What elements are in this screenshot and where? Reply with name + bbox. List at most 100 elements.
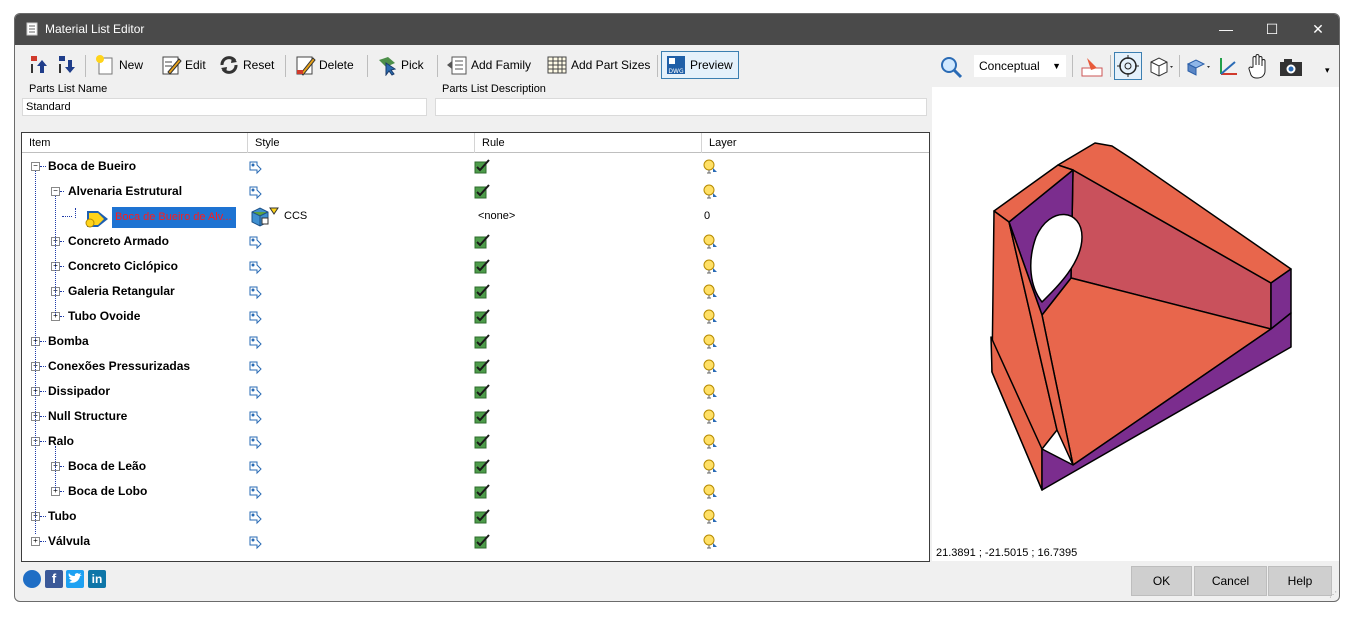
tree-item-label[interactable]: Tubo <box>48 504 76 529</box>
tree-row[interactable]: + Bomba <box>22 329 929 354</box>
tree-expander[interactable]: − <box>31 162 40 171</box>
ok-button[interactable]: OK <box>1131 566 1192 596</box>
move-up-button[interactable] <box>25 51 53 79</box>
tree-expander[interactable]: − <box>51 187 60 196</box>
style-icon[interactable] <box>248 434 264 453</box>
tree-row[interactable]: Boca de Bueiro de Alv... CCS <none> 0 <box>22 204 929 229</box>
style-icon[interactable] <box>248 409 264 428</box>
layer-bulb-icon[interactable] <box>702 158 718 177</box>
view-cube-icon[interactable] <box>1146 54 1176 80</box>
layer-bulb-icon[interactable] <box>702 258 718 277</box>
style-icon[interactable] <box>248 484 264 503</box>
toolbar-overflow-icon[interactable]: ▾ <box>1325 65 1330 76</box>
rule-check-icon[interactable] <box>474 308 490 327</box>
close-button[interactable]: ✕ <box>1295 14 1339 45</box>
preview-viewport[interactable] <box>932 87 1339 561</box>
style-cube-icon[interactable] <box>248 206 282 228</box>
rule-check-icon[interactable] <box>474 283 490 302</box>
layer-bulb-icon[interactable] <box>702 408 718 427</box>
linkedin-icon[interactable]: in <box>88 570 106 588</box>
autodesk-icon[interactable] <box>23 570 41 588</box>
layer-bulb-icon[interactable] <box>702 308 718 327</box>
pan-hand-icon[interactable] <box>1245 53 1271 81</box>
layer-bulb-icon[interactable] <box>702 383 718 402</box>
style-icon[interactable] <box>248 309 264 328</box>
tree-row[interactable]: − Ralo <box>22 429 929 454</box>
tree-expander[interactable]: + <box>31 537 40 546</box>
add-family-button[interactable]: Add Family <box>443 51 534 79</box>
column-header-style[interactable]: Style <box>248 133 475 153</box>
camera-icon[interactable] <box>1277 54 1305 80</box>
style-icon[interactable] <box>248 184 264 203</box>
column-header-layer[interactable]: Layer <box>702 133 929 153</box>
tree-row[interactable]: + Galeria Retangular <box>22 279 929 304</box>
tree-row[interactable]: + Concreto Armado <box>22 229 929 254</box>
pick-button[interactable]: Pick <box>373 51 427 79</box>
style-icon[interactable] <box>248 359 264 378</box>
style-icon[interactable] <box>248 459 264 478</box>
rule-check-icon[interactable] <box>474 533 490 552</box>
tree-item-label[interactable]: Válvula <box>48 529 90 554</box>
column-header-rule[interactable]: Rule <box>475 133 702 153</box>
style-icon[interactable] <box>248 509 264 528</box>
rule-check-icon[interactable] <box>474 433 490 452</box>
maximize-button[interactable]: ☐ <box>1249 14 1295 45</box>
rule-check-icon[interactable] <box>474 483 490 502</box>
layer-bulb-icon[interactable] <box>702 533 718 552</box>
tree-item-label[interactable]: Null Structure <box>48 404 127 429</box>
style-icon[interactable] <box>248 534 264 553</box>
style-icon[interactable] <box>248 234 264 253</box>
rule-check-icon[interactable] <box>474 458 490 477</box>
layer-bulb-icon[interactable] <box>702 358 718 377</box>
rule-check-icon[interactable] <box>474 333 490 352</box>
layer-value[interactable]: 0 <box>704 204 710 229</box>
orbit-button[interactable] <box>1114 52 1142 80</box>
tree-item-label[interactable]: Tubo Ovoide <box>68 304 140 329</box>
tree-row[interactable]: + Tubo <box>22 504 929 529</box>
rule-check-icon[interactable] <box>474 508 490 527</box>
render-bucket-icon[interactable] <box>1079 54 1105 80</box>
edit-button[interactable]: Edit <box>157 51 209 79</box>
tree-item-label[interactable]: Boca de Bueiro <box>48 154 136 179</box>
rule-check-icon[interactable] <box>474 258 490 277</box>
reset-button[interactable]: Reset <box>215 51 277 79</box>
help-button[interactable]: Help <box>1268 566 1332 596</box>
layer-bulb-icon[interactable] <box>702 433 718 452</box>
parts-list-name-field[interactable]: Standard <box>22 98 427 116</box>
rule-check-icon[interactable] <box>474 158 490 177</box>
layer-bulb-icon[interactable] <box>702 483 718 502</box>
tree-row[interactable]: − Boca de Bueiro <box>22 154 929 179</box>
tree-item-label[interactable]: Boca de Bueiro de Alv... <box>112 207 236 228</box>
resize-grip-icon[interactable]: ⋰ <box>1329 590 1337 599</box>
tree-item-label[interactable]: Dissipador <box>48 379 110 404</box>
rule-value[interactable]: <none> <box>478 204 515 229</box>
style-icon[interactable] <box>248 334 264 353</box>
new-button[interactable]: New <box>91 51 146 79</box>
tree-item-label[interactable]: Boca de Leão <box>68 454 146 479</box>
twitter-icon[interactable] <box>66 570 84 588</box>
style-icon[interactable] <box>248 284 264 303</box>
tree-item-label[interactable]: Conexões Pressurizadas <box>48 354 190 379</box>
zoom-icon[interactable] <box>938 54 964 80</box>
tree-item-label[interactable]: Bomba <box>48 329 89 354</box>
tree-item-label[interactable]: Concreto Ciclópico <box>68 254 178 279</box>
layer-bulb-icon[interactable] <box>702 333 718 352</box>
column-header-item[interactable]: Item <box>22 133 248 153</box>
tree-row[interactable]: + Concreto Ciclópico <box>22 254 929 279</box>
tree-row[interactable]: + Dissipador <box>22 379 929 404</box>
rule-check-icon[interactable] <box>474 358 490 377</box>
style-value[interactable]: CCS <box>284 204 307 229</box>
delete-button[interactable]: Delete <box>291 51 357 79</box>
cancel-button[interactable]: Cancel <box>1194 566 1267 596</box>
add-part-sizes-button[interactable]: Add Part Sizes <box>543 51 653 79</box>
layer-bulb-icon[interactable] <box>702 283 718 302</box>
minimize-button[interactable]: — <box>1203 14 1249 45</box>
tree-item-label[interactable]: Boca de Lobo <box>68 479 147 504</box>
preview-button[interactable]: DWG Preview <box>661 51 739 79</box>
tree-row[interactable]: + Null Structure <box>22 404 929 429</box>
ucs-axes-icon[interactable] <box>1215 54 1241 80</box>
rule-check-icon[interactable] <box>474 383 490 402</box>
rule-check-icon[interactable] <box>474 183 490 202</box>
rule-check-icon[interactable] <box>474 233 490 252</box>
projection-icon[interactable] <box>1183 54 1213 80</box>
